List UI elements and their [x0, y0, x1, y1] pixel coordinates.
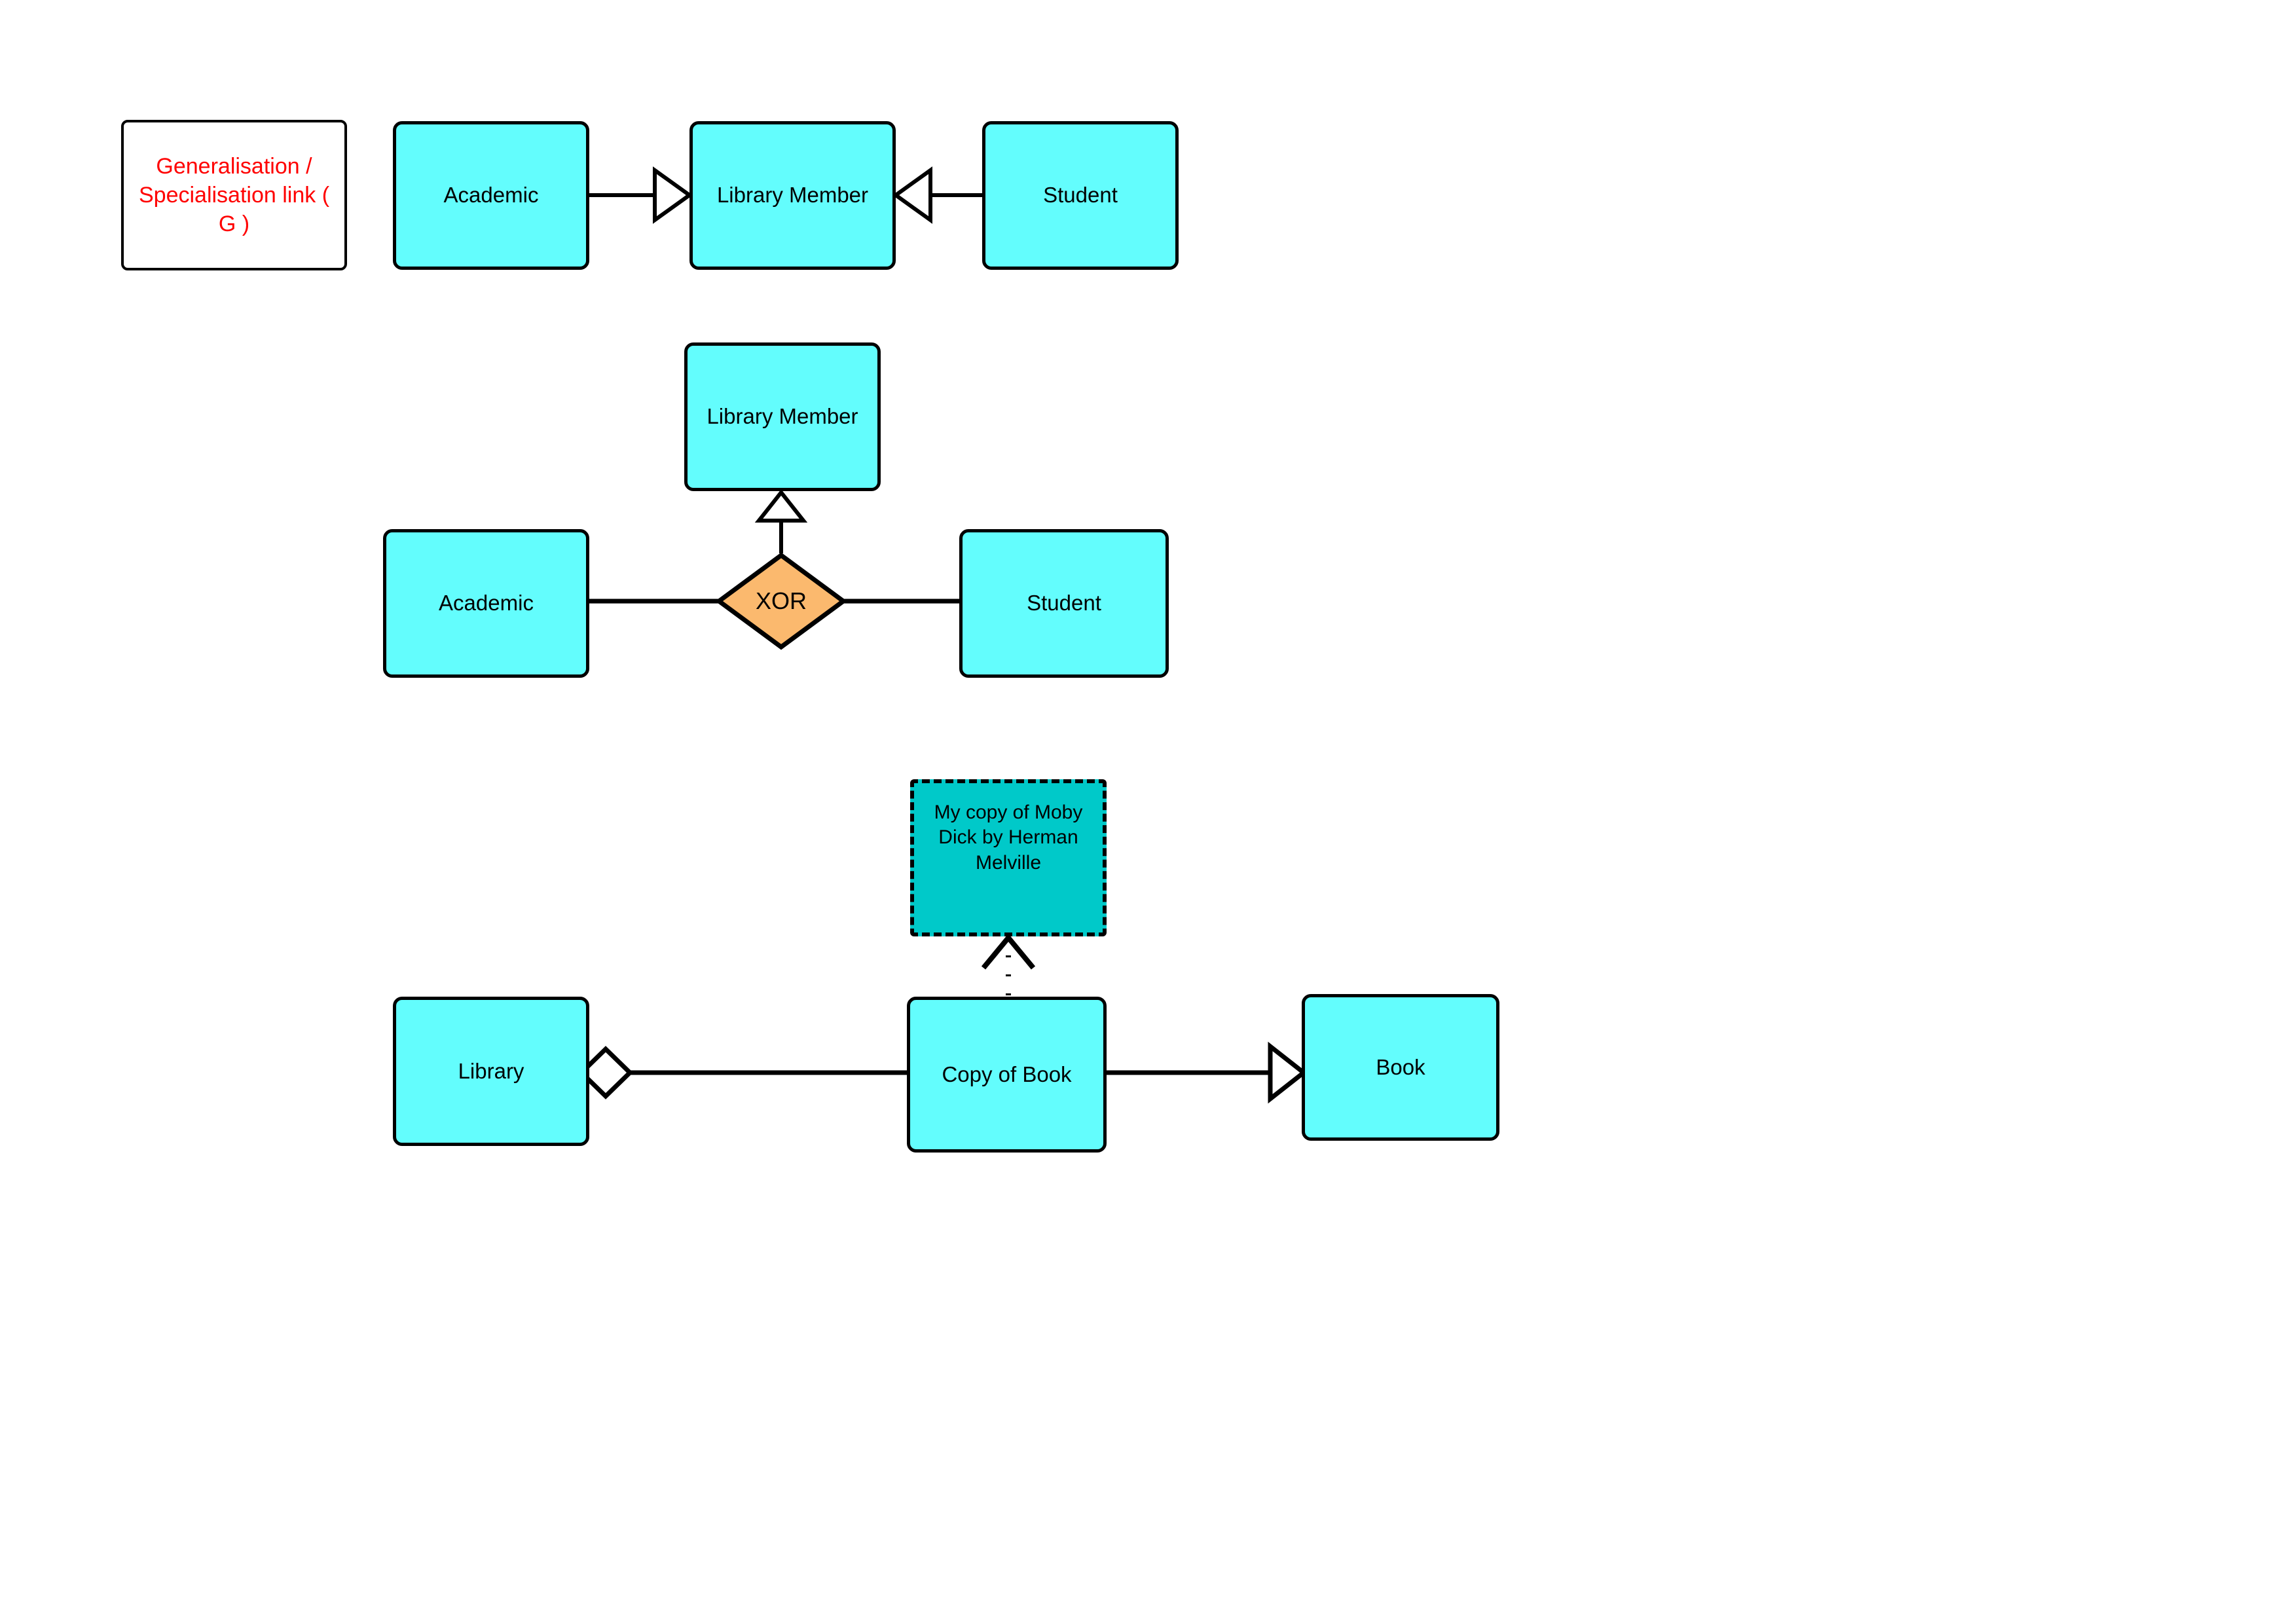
class-label: Student — [1027, 591, 1101, 616]
class-node-library[interactable]: Library — [393, 997, 589, 1146]
r1-link-academic-generalisation — [589, 166, 693, 224]
xor-label: XOR — [755, 587, 807, 614]
legend-text: Generalisation / Specialisation link ( G… — [138, 153, 330, 237]
class-node-academic-row2[interactable]: Academic — [383, 529, 589, 678]
class-label: Student — [1043, 183, 1118, 208]
class-label: Library — [458, 1058, 524, 1083]
class-node-student-row1[interactable]: Student — [982, 121, 1179, 270]
class-node-book[interactable]: Book — [1302, 994, 1499, 1141]
r3-link-aggregation — [578, 1046, 907, 1099]
class-label: Library Member — [707, 404, 858, 429]
r1-link-student-generalisation — [892, 166, 982, 224]
xor-constraint-node[interactable]: XOR — [716, 552, 847, 650]
r2-link-xor-library-member — [754, 489, 808, 553]
class-label: Academic — [443, 183, 539, 208]
class-node-copy-of-book[interactable]: Copy of Book — [907, 997, 1107, 1153]
class-node-student-row2[interactable]: Student — [959, 529, 1169, 678]
class-label: Library Member — [716, 183, 869, 208]
diagram-canvas: Generalisation / Specialisation link ( G… — [0, 0, 2295, 1624]
generalisation-specialisation-legend: Generalisation / Specialisation link ( G… — [121, 120, 347, 270]
class-label: Book — [1376, 1054, 1425, 1079]
object-node-my-copy-of-moby-dick[interactable]: My copy of Moby Dick by Herman Melville — [910, 779, 1107, 936]
r3-link-instantiation — [981, 933, 1036, 995]
class-label: Academic — [439, 591, 534, 616]
object-label: My copy of Moby Dick by Herman Melville — [934, 802, 1083, 874]
class-node-academic-row1[interactable]: Academic — [393, 121, 589, 270]
class-node-library-member-row2[interactable]: Library Member — [684, 342, 881, 491]
r3-link-generalisation — [1107, 1041, 1308, 1104]
class-label: Copy of Book — [942, 1061, 1072, 1086]
class-node-library-member-row1[interactable]: Library Member — [689, 121, 896, 270]
